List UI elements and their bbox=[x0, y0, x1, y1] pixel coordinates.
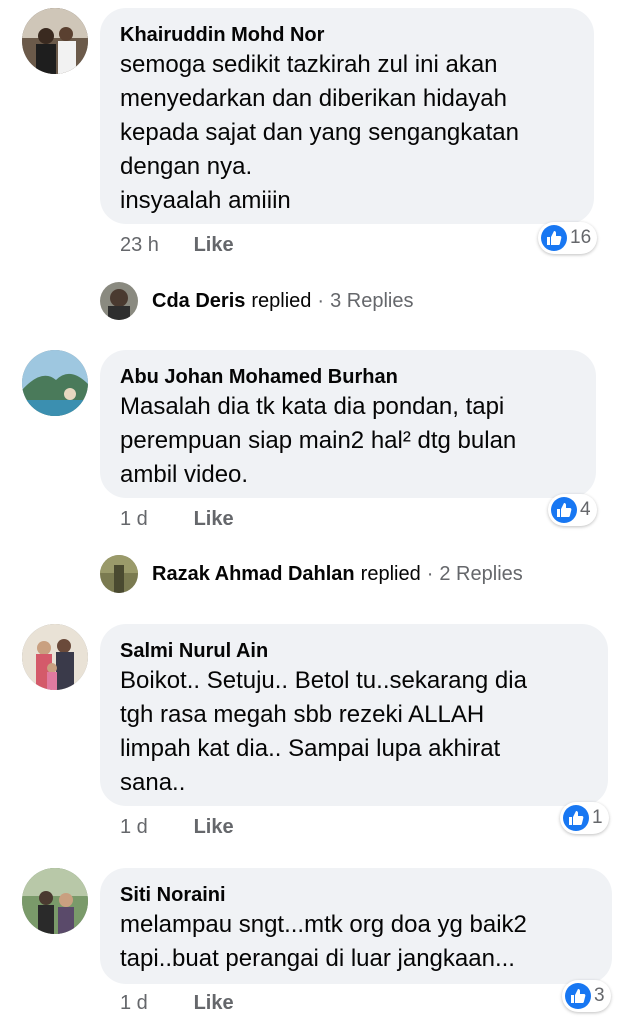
comment-meta: 1 d Like bbox=[120, 992, 234, 1015]
reaction-count[interactable]: 4 bbox=[548, 494, 597, 526]
comment-text: melampau sngt...mtk org doa yg baik2 tap… bbox=[120, 911, 527, 972]
reaction-count[interactable]: 16 bbox=[538, 222, 598, 254]
comment-time[interactable]: 1 d bbox=[120, 816, 178, 839]
comment-bubble: Khairuddin Mohd Nor semoga sedikit tazki… bbox=[100, 8, 594, 224]
reply-author: Razak Ahmad Dahlan bbox=[152, 562, 355, 585]
view-replies-link[interactable]: Razak Ahmad Dahlan replied · 2 Replies bbox=[100, 554, 523, 594]
comment-author[interactable]: Abu Johan Mohamed Burhan bbox=[120, 364, 576, 390]
like-button[interactable]: Like bbox=[194, 234, 234, 256]
comment-time[interactable]: 1 d bbox=[120, 992, 178, 1015]
comment-bubble: Salmi Nurul Ain Boikot.. Setuju.. Betol … bbox=[100, 624, 608, 806]
avatar[interactable] bbox=[22, 8, 88, 74]
reaction-count[interactable]: 3 bbox=[562, 980, 611, 1012]
avatar[interactable] bbox=[22, 350, 88, 416]
comment-meta: 1 d Like bbox=[120, 816, 234, 839]
like-thumb-icon bbox=[565, 983, 591, 1009]
like-button[interactable]: Like bbox=[194, 992, 234, 1014]
comment-bubble: Siti Noraini melampau sngt...mtk org doa… bbox=[100, 868, 612, 984]
comment-author[interactable]: Khairuddin Mohd Nor bbox=[120, 22, 574, 48]
reply-verb: replied bbox=[360, 562, 421, 585]
reply-count: 2 Replies bbox=[439, 562, 523, 585]
like-thumb-icon bbox=[541, 225, 567, 251]
reply-count: 3 Replies bbox=[330, 289, 414, 312]
comment-bubble: Abu Johan Mohamed Burhan Masalah dia tk … bbox=[100, 350, 596, 498]
reaction-number: 4 bbox=[580, 499, 591, 520]
avatar[interactable] bbox=[22, 624, 88, 690]
comment-meta: 1 d Like bbox=[120, 508, 234, 531]
reaction-number: 16 bbox=[570, 227, 592, 248]
reply-author: Cda Deris bbox=[152, 289, 246, 312]
separator: · bbox=[426, 562, 434, 585]
like-button[interactable]: Like bbox=[194, 508, 234, 530]
avatar[interactable] bbox=[22, 868, 88, 934]
comment-text: Boikot.. Setuju.. Betol tu..sekarang dia… bbox=[120, 667, 527, 796]
like-thumb-icon bbox=[551, 497, 577, 523]
like-button[interactable]: Like bbox=[194, 816, 234, 838]
comment-text: Masalah dia tk kata dia pondan, tapi per… bbox=[120, 393, 517, 488]
comment-author[interactable]: Siti Noraini bbox=[120, 882, 592, 908]
like-thumb-icon bbox=[563, 805, 589, 831]
comment-time[interactable]: 1 d bbox=[120, 508, 178, 531]
avatar bbox=[100, 282, 138, 320]
reply-verb: replied bbox=[251, 289, 312, 312]
comment-meta: 23 h Like bbox=[120, 234, 234, 257]
comment-author[interactable]: Salmi Nurul Ain bbox=[120, 638, 588, 664]
reaction-count[interactable]: 1 bbox=[560, 802, 609, 834]
avatar bbox=[100, 555, 138, 593]
reaction-number: 3 bbox=[594, 985, 605, 1006]
comment-time[interactable]: 23 h bbox=[120, 234, 178, 257]
reaction-number: 1 bbox=[592, 807, 603, 828]
separator: · bbox=[317, 289, 325, 312]
view-replies-link[interactable]: Cda Deris replied · 3 Replies bbox=[100, 281, 413, 321]
comment-text: semoga sedikit tazkirah zul ini akan men… bbox=[120, 51, 519, 214]
